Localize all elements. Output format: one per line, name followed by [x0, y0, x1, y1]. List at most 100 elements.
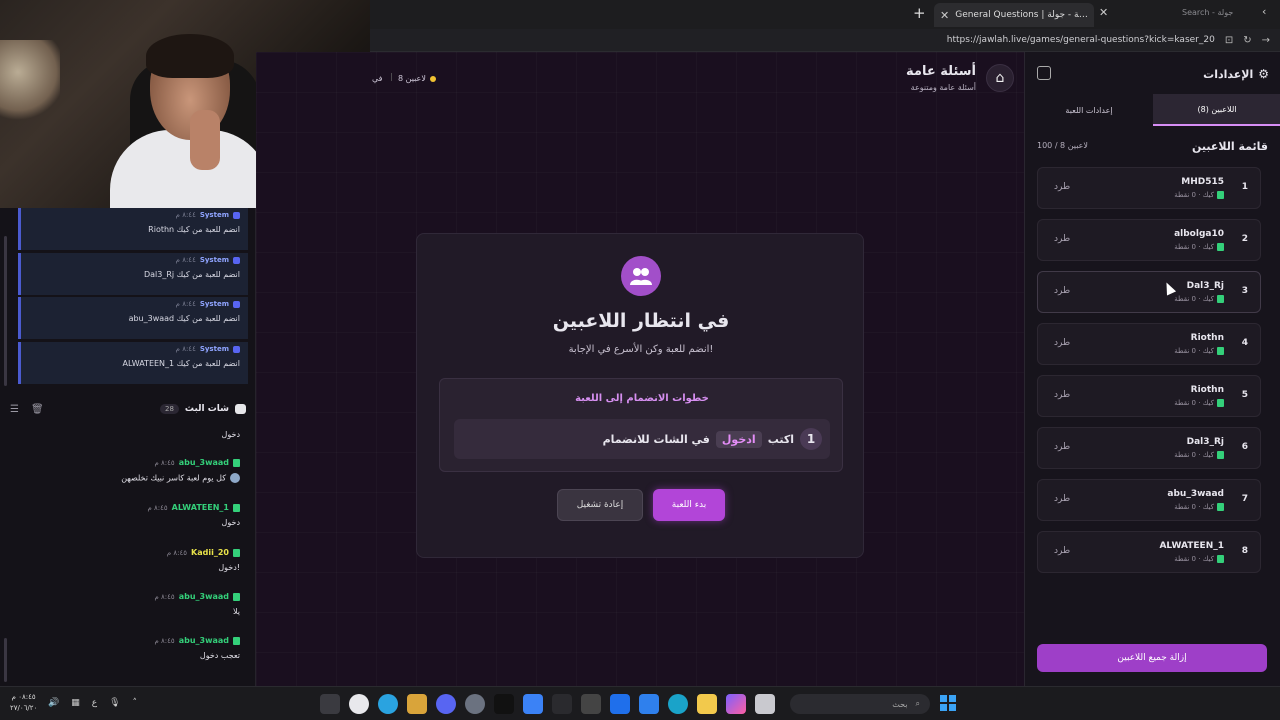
kick-button[interactable]: طرد	[1054, 442, 1070, 452]
system-tray: 🔊 ▦ ع 🎙 ˄	[48, 698, 137, 708]
message-text: دخول	[221, 518, 240, 527]
scrollbar[interactable]	[4, 236, 7, 386]
message-user[interactable]: ALWATEEN_1	[172, 503, 229, 512]
players-list-title: قائمة اللاعبين	[1192, 140, 1268, 153]
player-meta-text: كيك · 0 نقطة	[1174, 451, 1214, 459]
kick-button[interactable]: طرد	[1054, 546, 1070, 556]
scrollbar[interactable]	[4, 638, 7, 682]
discord-icon[interactable]	[436, 694, 456, 714]
new-tab-icon[interactable]: +	[913, 4, 926, 22]
tab-search[interactable]: Search - جولة	[1182, 8, 1233, 17]
kick-button[interactable]: طرد	[1054, 286, 1070, 296]
settings-icon[interactable]	[465, 694, 485, 714]
file-explorer-icon[interactable]	[697, 694, 717, 714]
windows-start-icon[interactable]	[940, 695, 956, 711]
start-game-button[interactable]: بدء اللعبة	[653, 489, 725, 521]
player-number: 3	[1241, 286, 1248, 296]
close-tab-icon[interactable]: ✕	[940, 9, 949, 22]
message-user[interactable]: Kadii_20	[191, 548, 229, 557]
player-meta-text: كيك · 0 نقطة	[1174, 295, 1214, 303]
kick-button[interactable]: طرد	[1054, 494, 1070, 504]
browser-tab-active[interactable]: ✕ General Questions | أسئلة عامة - جولة	[934, 3, 1094, 27]
kick-badge-icon	[1217, 347, 1224, 355]
join-step: في الشات للانضمام ادخول اكتب 1	[454, 419, 830, 459]
terminal-icon[interactable]	[320, 694, 340, 714]
player-meta: كيك · 0 نقطة	[1174, 243, 1224, 251]
language-indicator[interactable]: ع	[92, 698, 97, 708]
chevron-up-icon[interactable]: ˄	[133, 698, 138, 708]
message-user[interactable]: abu_3waad	[179, 636, 229, 645]
media-player-icon[interactable]	[349, 694, 369, 714]
divider: |	[390, 72, 393, 81]
message-user[interactable]: abu_3waad	[179, 458, 229, 467]
message-user[interactable]: abu_3waad	[179, 592, 229, 601]
close-tab-icon[interactable]: ✕	[1099, 6, 1108, 19]
tab-game-settings[interactable]: إعدادات اللعبة	[1025, 94, 1153, 126]
message-user: System	[199, 345, 229, 353]
ctrl-icon[interactable]	[552, 694, 572, 714]
url-text[interactable]: https://jawlah.live/games/general-questi…	[947, 35, 1215, 45]
kick-badge-icon	[233, 458, 240, 467]
kick-badge-icon	[1217, 191, 1224, 199]
player-meta-text: كيك · 0 نقطة	[1174, 503, 1214, 511]
players-count: 8 لاعبين	[398, 74, 426, 83]
message-text: يلا	[233, 607, 240, 616]
app-icon[interactable]	[523, 694, 543, 714]
collapse-panel-icon[interactable]	[1037, 66, 1051, 80]
message-time: ٨:٤٤ م	[175, 256, 196, 264]
home-button[interactable]: ⌂	[986, 64, 1014, 92]
kick-badge-icon	[233, 592, 240, 601]
settings-header: الإعدادات ⚙	[1025, 62, 1280, 86]
microphone-icon[interactable]: 🎙	[109, 698, 120, 708]
kick-badge-icon	[233, 636, 240, 645]
align-icon[interactable]: ☰	[10, 404, 19, 415]
player-row: 4 Riothn كيك · 0 نقطة طرد	[1037, 323, 1261, 365]
tab-players[interactable]: اللاعبين (8)	[1153, 94, 1280, 126]
taskbar-apps	[320, 694, 775, 714]
tiktok-icon[interactable]	[494, 694, 514, 714]
join-steps-title: خطوات الانضمام إلى اللعبة	[575, 393, 709, 404]
player-meta-text: كيك · 0 نقطة	[1174, 243, 1214, 251]
pill-cut-text: في	[372, 74, 383, 83]
taskbar-search[interactable]: بحث ⌕	[790, 694, 930, 714]
kick-button[interactable]: طرد	[1054, 182, 1070, 192]
kick-button[interactable]: طرد	[1054, 390, 1070, 400]
kick-button[interactable]: طرد	[1054, 338, 1070, 348]
task-view-icon[interactable]	[755, 694, 775, 714]
edge-icon[interactable]	[668, 694, 688, 714]
taskbar-clock[interactable]: ٠٨:٤٥ م ٢٧/٠٦/٢٠	[10, 692, 37, 714]
outlook-icon[interactable]	[639, 694, 659, 714]
store-icon[interactable]	[610, 694, 630, 714]
system-badge-icon	[233, 345, 240, 353]
lock-icon: ⊡	[1224, 34, 1234, 46]
app-icon[interactable]	[407, 694, 427, 714]
app-icon[interactable]	[581, 694, 601, 714]
trash-icon[interactable]: 🗑	[31, 404, 44, 415]
player-name: albolga10	[1174, 229, 1224, 239]
address-bar[interactable]: https://jawlah.live/games/general-questi…	[370, 29, 1280, 52]
player-meta: كيك · 0 نقطة	[1174, 347, 1224, 355]
forward-icon[interactable]: →	[1262, 35, 1270, 46]
player-meta-text: كيك · 0 نقطة	[1174, 191, 1214, 199]
telegram-icon[interactable]	[378, 694, 398, 714]
chevron-left-icon[interactable]: ‹	[1262, 5, 1266, 18]
network-icon[interactable]: ▦	[71, 698, 80, 708]
kick-button[interactable]: طرد	[1054, 234, 1070, 244]
player-name: Riothn	[1190, 385, 1224, 395]
system-message: ٨:٤٤ م System abu_3waad انضم للعبة من كيك	[18, 297, 248, 339]
speaker-icon[interactable]: 🔊	[48, 698, 59, 708]
kick-badge-icon	[1217, 399, 1224, 407]
remove-all-players-button[interactable]: إزالة جميع اللاعبين	[1037, 644, 1267, 672]
reset-button[interactable]: إعادة تشغيل	[557, 489, 643, 521]
refresh-icon[interactable]: ↻	[1243, 35, 1251, 46]
chat-message: ٨:٤٥ م Kadii_20 دخول!	[0, 548, 248, 572]
waiting-title: في انتظار اللاعبين	[552, 310, 730, 332]
message-time: ٨:٤٥ م	[166, 548, 188, 557]
copilot-icon[interactable]	[726, 694, 746, 714]
kick-badge-icon	[1217, 295, 1224, 303]
player-meta-text: كيك · 0 نقطة	[1174, 347, 1214, 355]
player-number: 8	[1241, 546, 1248, 556]
player-name: Dal3_Rj	[1186, 281, 1224, 291]
player-name: Dal3_Rj	[1186, 437, 1224, 447]
settings-tabs: إعدادات اللعبة اللاعبين (8)	[1025, 94, 1280, 126]
